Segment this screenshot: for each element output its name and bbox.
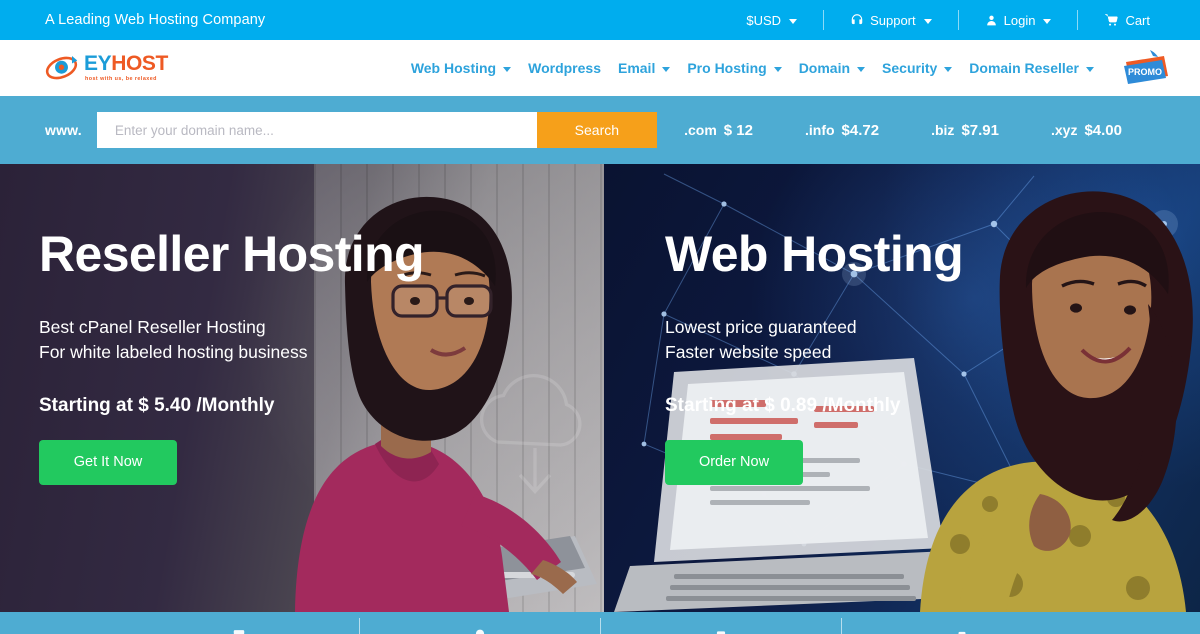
tld-item[interactable]: .info $4.72: [805, 122, 879, 139]
tld-name: .info: [805, 121, 835, 138]
domain-search-button[interactable]: Search: [536, 112, 657, 148]
tld-name: .biz: [931, 121, 955, 138]
logo-swirl-icon: [45, 53, 81, 83]
hero-slide-web-hosting[interactable]: Web Hosting Lowest price guaranteed Fast…: [604, 164, 1200, 612]
site-logo[interactable]: EYHOST host with us, be relaxed: [45, 53, 168, 83]
hero-right-subtitle-line2: Faster website speed: [665, 342, 832, 363]
server-icon: [233, 630, 244, 634]
support-headset-icon: [475, 629, 484, 634]
logo-wordmark: EYHOST host with us, be relaxed: [84, 53, 168, 82]
hero-left-cta-button[interactable]: Get It Now: [39, 440, 177, 486]
feature-strip: [0, 612, 1200, 634]
hero-slider: Reseller Hosting Best cPanel Reseller Ho…: [0, 164, 1200, 612]
menu-item-pro-hosting[interactable]: Pro Hosting: [687, 60, 782, 76]
tld-price: $ 12: [723, 121, 753, 139]
logo-text-ey: EY: [84, 52, 112, 76]
hero-left-subtitle-line2: For white labeled hosting business: [39, 342, 308, 363]
cart-label: Cart: [1125, 12, 1150, 28]
tld-price: $4.00: [1084, 121, 1122, 139]
hero-left-content: Reseller Hosting Best cPanel Reseller Ho…: [0, 164, 604, 486]
menu-label: Domain: [798, 60, 851, 76]
feature-item[interactable]: [119, 612, 359, 634]
menu-item-domain[interactable]: Domain: [798, 60, 866, 76]
feature-item[interactable]: [842, 612, 1082, 634]
hero-right-subtitle: Lowest price guaranteed Faster website s…: [665, 315, 1200, 367]
menu-label: Wordpress: [528, 60, 601, 76]
chevron-down-icon: [662, 66, 671, 72]
site-tagline: A Leading Web Hosting Company: [45, 12, 266, 28]
logo-text-host: HOST: [111, 52, 168, 76]
hero-left-subtitle: Best cPanel Reseller Hosting For white l…: [39, 315, 604, 367]
menu-label: Domain Reseller: [969, 60, 1079, 76]
tld-price: $4.72: [841, 121, 880, 139]
chevron-down-icon: [789, 18, 798, 24]
cart-icon: [1104, 13, 1119, 27]
hero-right-cta-button[interactable]: Order Now: [665, 440, 803, 486]
tld-name: .xyz: [1050, 121, 1078, 138]
top-utility-bar: A Leading Web Hosting Company $USD Suppo…: [0, 0, 1200, 40]
www-prefix-label: www.: [45, 122, 82, 138]
tld-price: $7.91: [961, 121, 999, 139]
hero-left-title: Reseller Hosting: [39, 226, 425, 282]
menu-item-wordpress[interactable]: Wordpress: [528, 60, 601, 76]
chevron-down-icon: [1086, 66, 1094, 72]
cart-link[interactable]: Cart: [1078, 13, 1176, 28]
tld-item[interactable]: .biz $7.91: [931, 122, 999, 139]
domain-search-form: Search: [96, 112, 657, 148]
menu-item-web-hosting[interactable]: Web Hosting: [410, 60, 512, 76]
logo-tagline: host with us, be relaxed: [85, 76, 157, 83]
hero-right-content: Web Hosting Lowest price guaranteed Fast…: [604, 164, 1200, 486]
promo-badge[interactable]: PROMO: [1120, 48, 1174, 88]
chevron-down-icon: [923, 18, 932, 24]
main-navbar: EYHOST host with us, be relaxed Web Host…: [0, 40, 1200, 96]
user-icon: [985, 14, 998, 27]
headset-icon: [850, 13, 864, 27]
menu-label: Security: [882, 60, 938, 76]
support-menu[interactable]: Support: [824, 13, 958, 28]
tld-price-list: .com $ 12 .info $4.72 .biz $7.91 .xyz $4…: [684, 122, 1200, 139]
hero-right-price: Starting at $ 0.89 /Monthly: [665, 395, 901, 417]
chevron-down-icon: [944, 66, 953, 72]
menu-label: Email: [617, 60, 656, 76]
hero-right-title: Web Hosting: [665, 226, 964, 282]
hero-left-price: Starting at $ 5.40 /Monthly: [39, 395, 275, 417]
hero-slide-reseller[interactable]: Reseller Hosting Best cPanel Reseller Ho…: [0, 164, 604, 612]
chevron-down-icon: [503, 66, 512, 72]
svg-text:PROMO: PROMO: [1128, 67, 1162, 77]
tld-name: .com: [684, 121, 717, 138]
speed-icon: [958, 631, 965, 634]
menu-label: Pro Hosting: [687, 60, 767, 76]
currency-label: $USD: [746, 12, 782, 28]
domain-search-input[interactable]: [96, 112, 537, 148]
login-menu[interactable]: Login: [959, 13, 1078, 28]
chevron-down-icon: [1043, 18, 1052, 24]
primary-menu: Web Hosting Wordpress Email Pro Hosting …: [411, 60, 1094, 76]
hero-right-subtitle-line1: Lowest price guaranteed: [665, 316, 857, 337]
feature-item[interactable]: [601, 612, 841, 634]
hero-left-subtitle-line1: Best cPanel Reseller Hosting: [39, 316, 266, 337]
chevron-down-icon: [857, 66, 866, 72]
menu-item-security[interactable]: Security: [882, 60, 953, 76]
tld-item[interactable]: .com $ 12: [684, 122, 753, 139]
domain-search-band: www. Search .com $ 12 .info $4.72 .biz $…: [0, 96, 1200, 164]
currency-selector[interactable]: $USD: [720, 13, 823, 28]
support-label: Support: [870, 12, 916, 28]
shield-icon: [716, 631, 725, 634]
tld-item[interactable]: .xyz $4.00: [1051, 122, 1122, 139]
top-utility-links: $USD Support Login Cart: [720, 0, 1176, 40]
feature-item[interactable]: [360, 612, 600, 634]
chevron-down-icon: [773, 66, 782, 72]
login-label: Login: [1003, 12, 1036, 28]
menu-label: Web Hosting: [410, 60, 497, 76]
menu-item-domain-reseller[interactable]: Domain Reseller: [969, 60, 1094, 76]
menu-item-email[interactable]: Email: [617, 60, 671, 76]
